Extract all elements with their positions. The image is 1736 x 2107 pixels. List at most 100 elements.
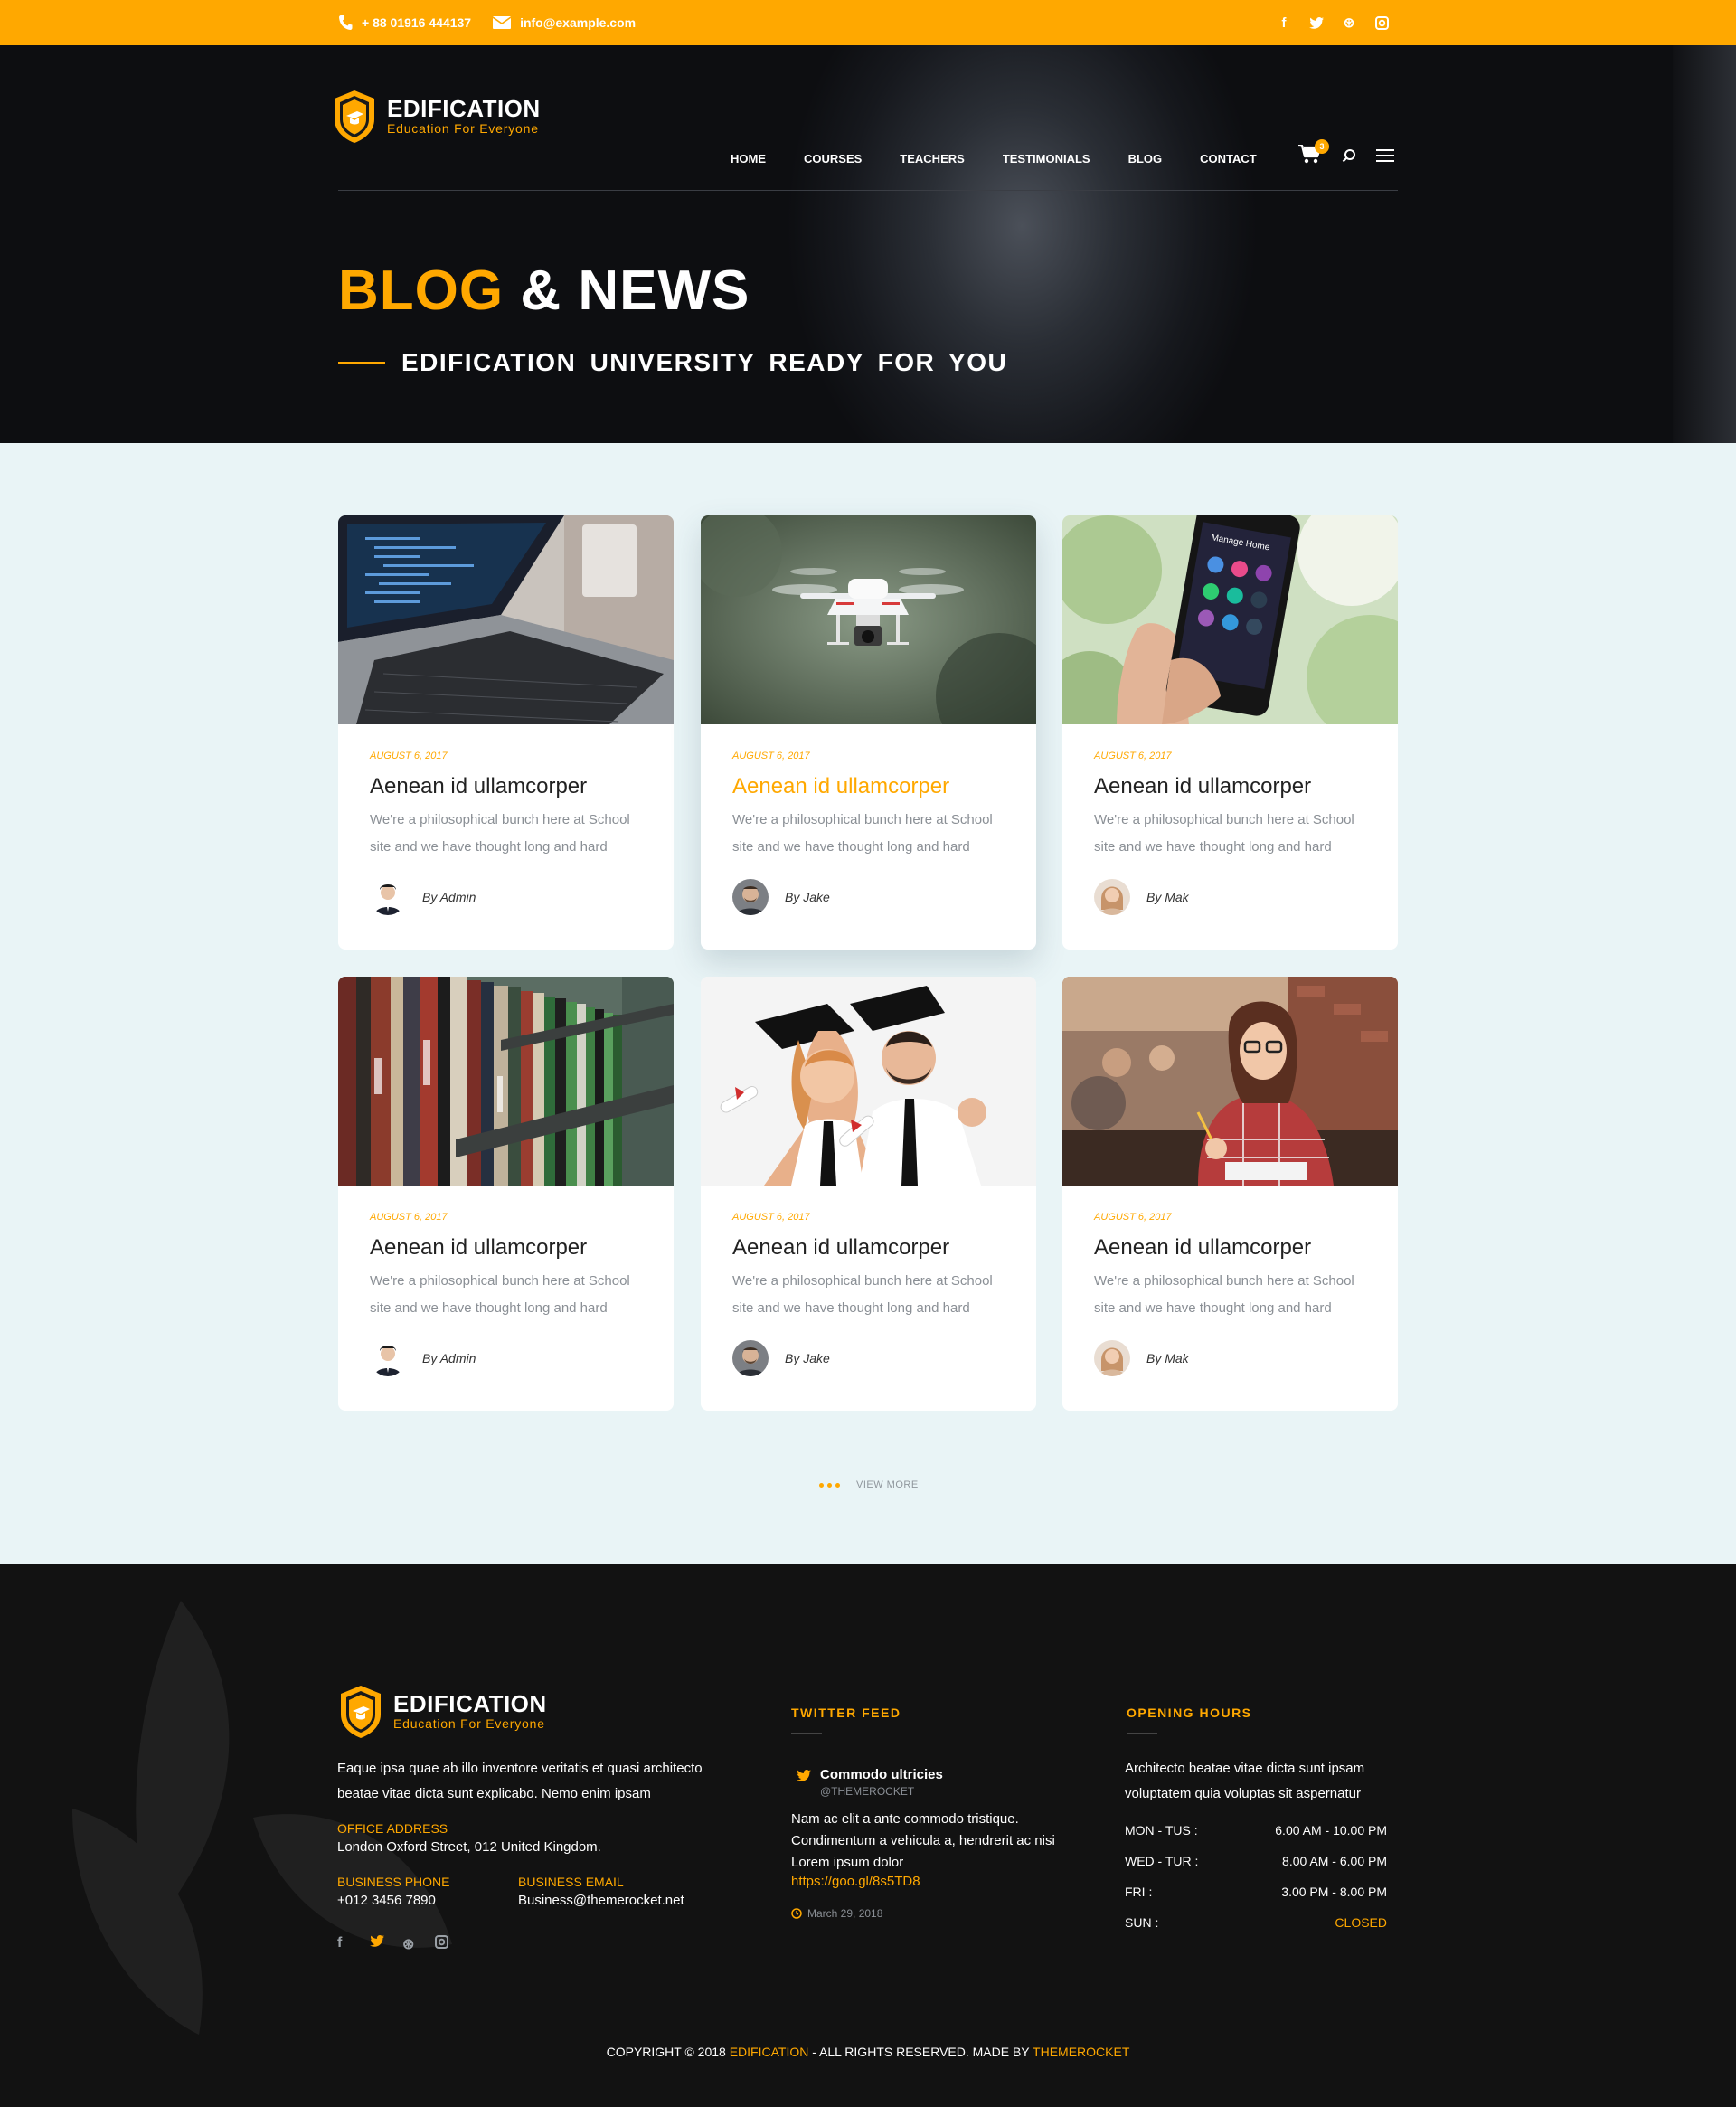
dribbble-icon[interactable]: ⊛ <box>1333 14 1365 31</box>
post-author-name: By Mak <box>1146 1351 1189 1365</box>
facebook-icon[interactable]: f <box>337 1935 370 1953</box>
nav-courses[interactable]: COURSES <box>804 152 862 165</box>
business-email-value[interactable]: Business@themerocket.net <box>518 1893 684 1908</box>
post-date: AUGUST 6, 2017 <box>732 751 810 761</box>
post-author-name: By Jake <box>785 890 830 904</box>
clock-icon <box>791 1908 802 1919</box>
post-author-name: By Jake <box>785 1351 830 1365</box>
avatar <box>732 879 769 915</box>
business-email-label: BUSINESS EMAIL <box>518 1875 624 1889</box>
post-author[interactable]: By Mak <box>1094 879 1189 915</box>
topbar-phone-text: + 88 01916 444137 <box>362 15 472 30</box>
tweet-author-name[interactable]: Commodo ultricies <box>820 1767 943 1782</box>
avatar <box>732 1340 769 1376</box>
blog-card[interactable]: AUGUST 6, 2017 Aenean id ullamcorper We'… <box>338 515 674 950</box>
tweet-text: Nam ac elit a ante commodo tristique. Co… <box>791 1811 1055 1870</box>
instagram-icon[interactable] <box>1365 15 1398 30</box>
office-address-value: London Oxford Street, 012 United Kingdom… <box>337 1839 601 1855</box>
footer-brand-name: EDIFICATION <box>393 1690 547 1717</box>
hero-divider <box>338 190 1398 191</box>
twitter-icon[interactable] <box>370 1935 402 1953</box>
post-date: AUGUST 6, 2017 <box>1094 1212 1172 1223</box>
post-date: AUGUST 6, 2017 <box>1094 751 1172 761</box>
hours-row: MON - TUS :6.00 AM - 10.00 PM <box>1125 1823 1387 1838</box>
avatar <box>1094 1340 1130 1376</box>
footer-brand-tagline: Education For Everyone <box>393 1716 545 1731</box>
twitter-icon[interactable] <box>1300 16 1333 29</box>
blog-card[interactable]: Manage Home AUGUST 6, 2017 Aenean id ull… <box>1062 515 1398 950</box>
nav-testimonials[interactable]: TESTIMONIALS <box>1003 152 1090 165</box>
post-author[interactable]: By Mak <box>1094 1340 1189 1376</box>
copyright: COPYRIGHT © 2018 EDIFICATION - ALL RIGHT… <box>606 2045 1130 2059</box>
post-author[interactable]: By Jake <box>732 879 830 915</box>
post-image-smartphone[interactable]: Manage Home <box>1062 515 1398 724</box>
post-excerpt: We're a philosophical bunch here at Scho… <box>732 812 993 855</box>
post-image-drone[interactable] <box>701 515 1036 724</box>
view-more-button[interactable]: VIEW MORE <box>819 1479 919 1490</box>
copyright-brand-link[interactable]: EDIFICATION <box>730 2045 809 2059</box>
tweet-link[interactable]: https://goo.gl/8s5TD8 <box>791 1874 1062 1889</box>
brand-name: EDIFICATION <box>387 95 541 122</box>
shield-logo-icon <box>341 1686 381 1738</box>
post-image-bookshelf[interactable] <box>338 977 674 1186</box>
cart-button[interactable]: 3 <box>1298 139 1329 166</box>
post-image-student[interactable] <box>1062 977 1398 1186</box>
blog-card[interactable]: AUGUST 6, 2017 Aenean id ullamcorper We'… <box>338 977 674 1411</box>
nav-home[interactable]: HOME <box>731 152 766 165</box>
page-title-rest: & NEWS <box>520 260 750 322</box>
avatar <box>370 1340 406 1376</box>
blog-card[interactable]: AUGUST 6, 2017 Aenean id ullamcorper We'… <box>701 515 1036 950</box>
post-date: AUGUST 6, 2017 <box>370 1212 448 1223</box>
envelope-icon <box>493 16 512 29</box>
post-author[interactable]: By Admin <box>370 879 476 915</box>
hours-row: SUN : CLOSED <box>1125 1915 1387 1930</box>
topbar-phone[interactable]: + 88 01916 444137 <box>338 14 471 31</box>
post-title[interactable]: Aenean id ullamcorper <box>370 1235 587 1261</box>
post-author[interactable]: By Admin <box>370 1340 476 1376</box>
business-phone-value[interactable]: +012 3456 7890 <box>337 1893 518 1908</box>
nav-contact[interactable]: CONTACT <box>1200 152 1257 165</box>
site-logo[interactable]: EDIFICATION Education For Everyone <box>331 89 541 145</box>
post-excerpt: We're a philosophical bunch here at Scho… <box>1094 812 1354 855</box>
nav-teachers[interactable]: TEACHERS <box>900 152 965 165</box>
tweet-author-handle[interactable]: @THEMEROCKET <box>820 1785 943 1798</box>
post-title[interactable]: Aenean id ullamcorper <box>1094 774 1311 799</box>
dribbble-icon[interactable]: ⊛ <box>402 1935 435 1953</box>
closed-status: CLOSED <box>1335 1915 1387 1930</box>
post-author-name: By Admin <box>422 890 476 904</box>
post-title[interactable]: Aenean id ullamcorper <box>1094 1235 1311 1261</box>
blog-card[interactable]: AUGUST 6, 2017 Aenean id ullamcorper We'… <box>701 977 1036 1411</box>
page-title: BLOG & NEWS <box>338 259 750 323</box>
top-bar: + 88 01916 444137 info@example.com f ⊛ <box>0 0 1736 45</box>
subtitle-dash <box>338 362 385 364</box>
dots-icon <box>819 1482 844 1488</box>
nav-blog[interactable]: BLOG <box>1128 152 1163 165</box>
menu-icon[interactable] <box>1376 148 1394 163</box>
page-subtitle: EDIFICATION UNIVERSITY READY FOR YOU <box>401 348 1008 376</box>
twitter-feed: TWITTER FEED Commodo ultricies @THEMEROC… <box>791 1705 1062 1920</box>
view-more-label: VIEW MORE <box>856 1479 919 1490</box>
hours-row: WED - TUR :8.00 AM - 6.00 PM <box>1125 1854 1387 1868</box>
post-author[interactable]: By Jake <box>732 1340 830 1376</box>
copyright-maker-link[interactable]: THEMEROCKET <box>1033 2045 1129 2059</box>
twitter-bird-icon <box>797 1770 811 1781</box>
blog-card[interactable]: AUGUST 6, 2017 Aenean id ullamcorper We'… <box>1062 977 1398 1411</box>
post-title[interactable]: Aenean id ullamcorper <box>732 774 949 799</box>
topbar-email[interactable]: info@example.com <box>493 15 636 30</box>
search-icon[interactable] <box>1342 148 1356 163</box>
post-image-graduates[interactable] <box>701 977 1036 1186</box>
post-excerpt: We're a philosophical bunch here at Scho… <box>732 1273 993 1316</box>
post-image-laptop[interactable] <box>338 515 674 724</box>
site-footer: EDIFICATION Education For Everyone Eaque… <box>0 1564 1736 2107</box>
footer-logo[interactable]: EDIFICATION Education For Everyone <box>337 1684 735 1740</box>
instagram-icon[interactable] <box>435 1935 467 1953</box>
main-nav: HOME COURSES TEACHERS TESTIMONIALS BLOG … <box>731 152 1257 165</box>
post-title[interactable]: Aenean id ullamcorper <box>370 774 587 799</box>
facebook-icon[interactable]: f <box>1268 15 1300 31</box>
footer-social: f ⊛ <box>337 1935 735 1953</box>
post-title[interactable]: Aenean id ullamcorper <box>732 1235 949 1261</box>
phone-icon <box>339 15 353 30</box>
brand-tagline: Education For Everyone <box>387 121 539 136</box>
shield-logo-icon <box>335 90 374 143</box>
hours-row: FRI :3.00 PM - 8.00 PM <box>1125 1885 1387 1899</box>
